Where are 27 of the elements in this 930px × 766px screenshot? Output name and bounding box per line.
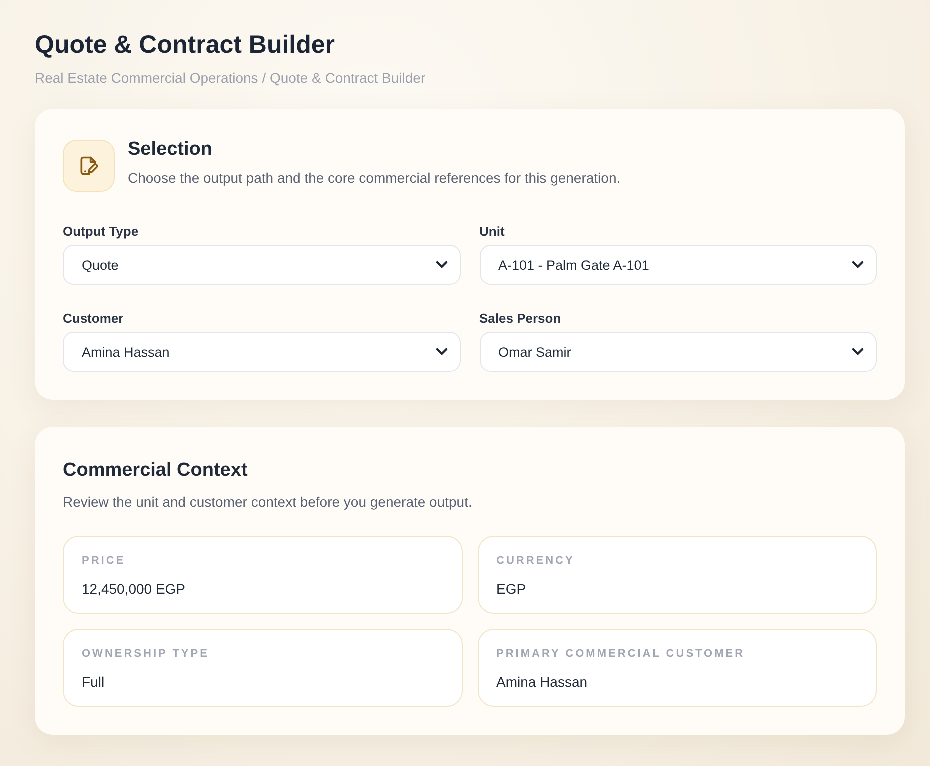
select-field[interactable]: A-101 - Palm Gate A-101 — [480, 245, 877, 285]
tile-value: EGP — [496, 580, 528, 598]
select-field[interactable]: Quote — [63, 245, 460, 285]
field-label: Unit — [480, 223, 506, 240]
tile-value: Full — [82, 673, 106, 691]
breadcrumb: Real Estate Commercial Operations / Quote & Contract Builder — [35, 69, 427, 87]
field-label: Output Type — [63, 223, 140, 240]
document-pen-icon — [63, 140, 115, 192]
field-label: Customer — [63, 310, 125, 327]
tile-label: PRICE — [82, 554, 127, 568]
page-title: Quote & Contract Builder — [35, 30, 336, 60]
tile-label: OWNERSHIP TYPE — [82, 647, 210, 661]
select-field[interactable]: Omar Samir — [480, 332, 877, 372]
chevron-down-icon — [436, 261, 448, 269]
section-description: Choose the output path and the core commercial references for this generation. — [128, 169, 621, 188]
section-description: Review the unit and customer context before you generate output. — [63, 493, 474, 512]
tile-value: Amina Hassan — [496, 673, 589, 691]
tile-label: CURRENCY — [496, 554, 576, 568]
select-field[interactable]: Amina Hassan — [63, 332, 460, 372]
tile-label: PRIMARY COMMERCIAL CUSTOMER — [496, 647, 746, 661]
chevron-down-icon — [852, 348, 864, 356]
field-label: Sales Person — [480, 310, 562, 327]
chevron-down-icon — [852, 261, 864, 269]
tile-value: 12,450,000 EGP — [82, 580, 187, 598]
section-title: Selection — [128, 138, 214, 162]
section-title: Commercial Context — [63, 459, 249, 483]
chevron-down-icon — [436, 348, 448, 356]
